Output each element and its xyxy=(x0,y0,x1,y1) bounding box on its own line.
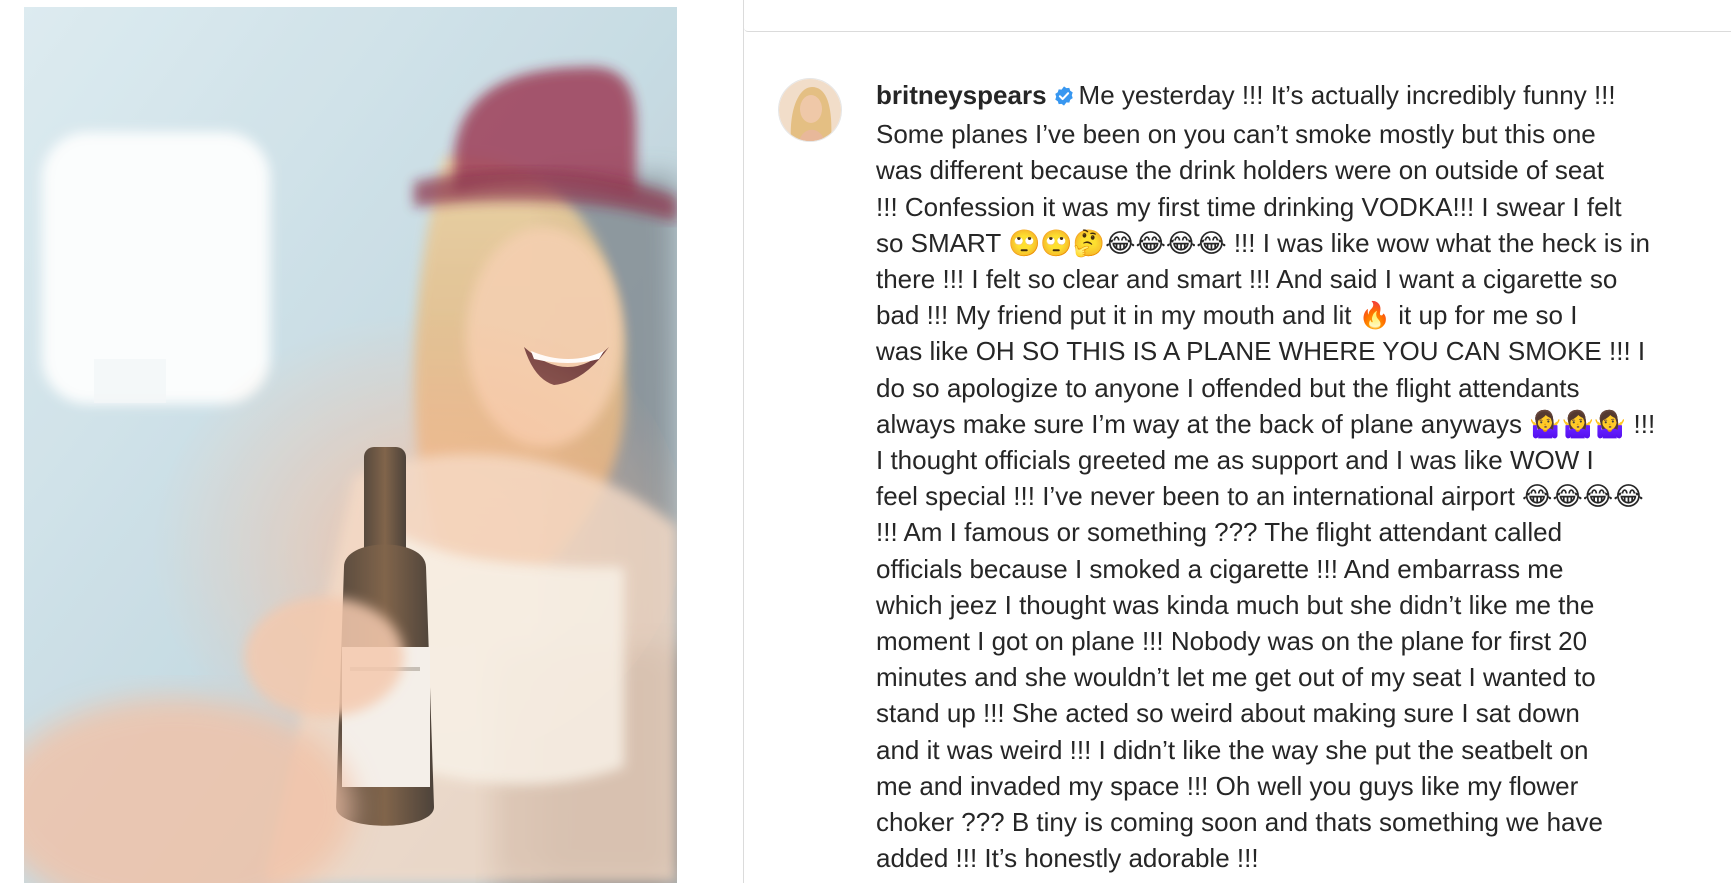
instagram-post: britneyspears Me yesterday !!! It’s actua… xyxy=(0,0,1731,883)
caption-line: was different because the drink holders … xyxy=(876,155,1604,186)
caption-line: do so apologize to anyone I offended but… xyxy=(876,372,1580,403)
caption-line-1: britneyspears Me yesterday !!! It’s actua… xyxy=(876,77,1726,116)
verified-badge-icon xyxy=(1053,80,1075,116)
caption-line: Some planes I’ve been on you can’t smoke… xyxy=(876,119,1596,150)
caption-line: and it was weird !!! I didn’t like the w… xyxy=(876,734,1589,765)
panel-header-divider xyxy=(744,0,1731,32)
caption-line: I thought officials greeted me as suppor… xyxy=(876,445,1594,476)
post-caption: britneyspears Me yesterday !!! It’s actua… xyxy=(876,77,1726,876)
caption-line: choker ??? B tiny is coming soon and tha… xyxy=(876,807,1603,838)
caption-line: added !!! It’s honestly adorable !!! xyxy=(876,843,1259,874)
caption-line: feel special !!! I’ve never been to an i… xyxy=(876,481,1644,512)
author-avatar[interactable] xyxy=(778,78,842,142)
caption-line: moment I got on plane !!! Nobody was on … xyxy=(876,626,1588,657)
post-photo xyxy=(24,7,677,883)
caption-line: minutes and she wouldn’t let me get out … xyxy=(876,662,1596,693)
caption-line: stand up !!! She acted so weird about ma… xyxy=(876,698,1580,729)
post-media[interactable] xyxy=(24,7,677,883)
caption-line: bad !!! My friend put it in my mouth and… xyxy=(876,300,1578,331)
post-details-panel: britneyspears Me yesterday !!! It’s actua… xyxy=(743,0,1731,883)
caption-text: Me yesterday !!! It’s actually incredibl… xyxy=(1078,80,1616,110)
caption-line: which jeez I thought was kinda much but … xyxy=(876,589,1595,620)
caption-line: !!! Confession it was my first time drin… xyxy=(876,191,1622,222)
caption-line: always make sure I’m way at the back of … xyxy=(876,408,1656,439)
author-username[interactable]: britneyspears xyxy=(876,80,1047,110)
caption-line: so SMART 🙄🙄🤔😂😂😂😂 !!! I was like wow what… xyxy=(876,227,1650,258)
caption-line: !!! Am I famous or something ??? The fli… xyxy=(876,517,1563,548)
caption-line: me and invaded my space !!! Oh well you … xyxy=(876,770,1579,801)
avatar-image xyxy=(779,79,841,141)
caption-line: there !!! I felt so clear and smart !!! … xyxy=(876,264,1618,295)
caption-line: officials because I smoked a cigarette !… xyxy=(876,553,1564,584)
caption-line: was like OH SO THIS IS A PLANE WHERE YOU… xyxy=(876,336,1646,367)
